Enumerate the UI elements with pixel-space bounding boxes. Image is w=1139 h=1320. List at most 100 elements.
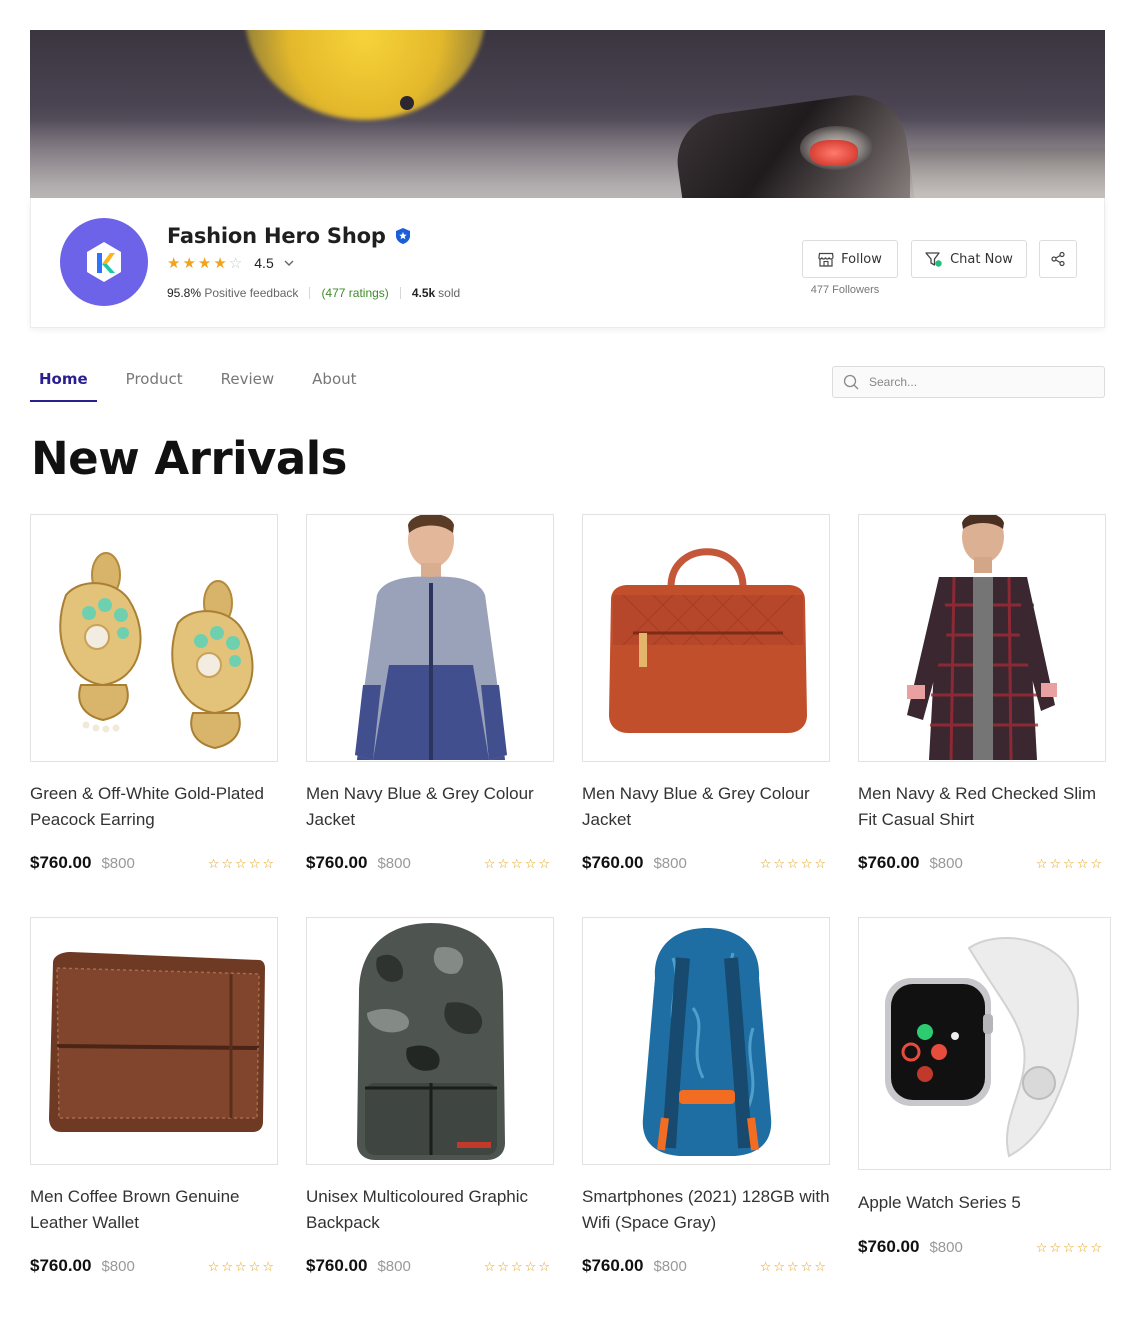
sold-count: 4.5k	[411, 286, 436, 300]
search-box[interactable]	[832, 366, 1105, 398]
star-empty-icon: ☆	[1049, 1239, 1062, 1255]
star-empty-icon: ☆	[1063, 1239, 1075, 1255]
star-empty-icon: ☆	[773, 855, 786, 871]
star-empty-icon: ☆	[483, 1258, 496, 1274]
star-empty-icon: ☆	[262, 855, 274, 871]
shop-logo[interactable]	[60, 218, 148, 306]
product-name[interactable]: Unisex Multicoloured Graphic Backpack	[306, 1184, 554, 1236]
product-name[interactable]: Green & Off-White Gold-Plated Peacock Ea…	[30, 781, 278, 833]
star-empty-icon: ☆	[1090, 855, 1102, 871]
tab-review[interactable]: Review	[212, 366, 284, 402]
product-rating: ☆ ☆ ☆ ☆ ☆	[760, 1260, 826, 1273]
tab-product[interactable]: Product	[117, 366, 192, 402]
follow-label: Follow	[841, 251, 882, 267]
product-card[interactable]: Men Navy Blue & Grey Colour Jacket $760.…	[306, 514, 554, 874]
product-rating: ☆ ☆ ☆ ☆ ☆	[1036, 1241, 1102, 1254]
product-card[interactable]: Men Navy & Red Checked Slim Fit Casual S…	[858, 514, 1106, 874]
star-empty-icon: ☆	[538, 1258, 550, 1274]
star-full-icon: ★	[197, 254, 212, 272]
star-full-icon: ★	[167, 254, 181, 272]
rating-value: 4.5	[254, 255, 274, 271]
product-card[interactable]: Men Navy Blue & Grey Colour Jacket $760.…	[582, 514, 830, 874]
product-image-shirt[interactable]	[858, 514, 1106, 762]
product-price: $760.00	[858, 1237, 920, 1256]
star-empty-icon: ☆	[814, 855, 826, 871]
star-empty-icon: ☆	[228, 254, 243, 272]
product-image-earrings[interactable]	[30, 514, 278, 762]
product-name[interactable]: Men Navy Blue & Grey Colour Jacket	[306, 781, 554, 833]
product-name[interactable]: Men Coffee Brown Genuine Leather Wallet	[30, 1184, 278, 1236]
product-name[interactable]: Men Navy & Red Checked Slim Fit Casual S…	[858, 781, 1106, 833]
star-empty-icon: ☆	[221, 855, 234, 871]
star-empty-icon: ☆	[497, 855, 510, 871]
product-old-price: $800	[377, 854, 411, 872]
product-old-price: $800	[101, 854, 135, 872]
star-empty-icon: ☆	[221, 1258, 234, 1274]
product-name[interactable]: Men Navy Blue & Grey Colour Jacket	[582, 781, 830, 833]
product-image-handbag[interactable]	[582, 514, 830, 762]
product-old-price: $800	[929, 1238, 963, 1256]
divider	[309, 287, 311, 299]
shop-rating[interactable]: ★ ★ ★ ★ ☆ 4.5	[167, 255, 294, 271]
product-price: $760.00	[306, 1256, 368, 1275]
product-price: $760.00	[582, 853, 644, 872]
product-old-price: $800	[377, 1257, 411, 1275]
ratings-count-link[interactable]: (477 ratings)	[321, 286, 388, 300]
star-empty-icon: ☆	[1090, 1239, 1102, 1255]
star-empty-icon: ☆	[1035, 855, 1048, 871]
product-rating: ☆ ☆ ☆ ☆ ☆	[1036, 857, 1102, 870]
star-empty-icon: ☆	[787, 855, 799, 871]
store-icon	[818, 252, 834, 267]
follow-button[interactable]: Follow	[802, 240, 898, 278]
share-button[interactable]	[1039, 240, 1077, 278]
search-icon	[843, 374, 859, 390]
product-image-jacket[interactable]	[306, 514, 554, 762]
product-image-camo-backpack[interactable]	[306, 917, 554, 1165]
price-row: $760.00 $800 ☆ ☆ ☆ ☆ ☆	[306, 1255, 554, 1277]
verified-badge-icon	[395, 228, 410, 244]
followers-count: 477 Followers	[810, 284, 880, 296]
product-card[interactable]: Men Coffee Brown Genuine Leather Wallet …	[30, 917, 278, 1277]
positive-feedback-pct: 95.8%	[167, 286, 202, 300]
product-old-price: $800	[653, 1257, 687, 1275]
star-empty-icon: ☆	[524, 855, 537, 871]
product-image-wallet[interactable]	[30, 917, 278, 1165]
star-empty-icon: ☆	[511, 1258, 523, 1274]
shop-name: Fashion Hero Shop	[167, 224, 412, 248]
star-empty-icon: ☆	[814, 1258, 826, 1274]
product-name[interactable]: Apple Watch Series 5	[858, 1190, 1106, 1216]
product-price: $760.00	[858, 853, 920, 872]
product-card[interactable]: Apple Watch Series 5 $760.00 $800 ☆ ☆ ☆ ☆ ☆	[858, 917, 1111, 1258]
star-empty-icon: ☆	[483, 855, 496, 871]
star-empty-icon: ☆	[1049, 855, 1062, 871]
product-name[interactable]: Smartphones (2021) 128GB with Wifi (Spac…	[582, 1184, 830, 1236]
star-empty-icon: ☆	[1035, 1239, 1048, 1255]
tab-about[interactable]: About	[303, 366, 365, 402]
star-empty-icon: ☆	[1063, 855, 1075, 871]
star-empty-icon: ☆	[800, 1258, 813, 1274]
star-empty-icon: ☆	[262, 1258, 274, 1274]
star-empty-icon: ☆	[759, 1258, 772, 1274]
search-input[interactable]	[869, 375, 1089, 389]
product-price: $760.00	[30, 853, 92, 872]
price-row: $760.00 $800 ☆ ☆ ☆ ☆ ☆	[30, 852, 278, 874]
star-empty-icon: ☆	[235, 855, 247, 871]
star-empty-icon: ☆	[787, 1258, 799, 1274]
star-empty-icon: ☆	[207, 1258, 220, 1274]
product-card[interactable]: Smartphones (2021) 128GB with Wifi (Spac…	[582, 917, 830, 1277]
star-empty-icon: ☆	[207, 855, 220, 871]
divider	[399, 287, 401, 299]
chevron-down-icon[interactable]	[284, 258, 294, 268]
product-image-watch[interactable]	[858, 917, 1111, 1170]
product-card[interactable]: Green & Off-White Gold-Plated Peacock Ea…	[30, 514, 278, 874]
share-icon	[1051, 251, 1065, 267]
product-card[interactable]: Unisex Multicoloured Graphic Backpack $7…	[306, 917, 554, 1277]
star-empty-icon: ☆	[759, 855, 772, 871]
positive-feedback-label: Positive feedback	[204, 286, 299, 300]
shop-info-card: Fashion Hero Shop ★ ★ ★ ★ ☆ 4.5 95.8% Po…	[30, 198, 1105, 328]
chat-now-button[interactable]: Chat Now	[911, 240, 1027, 278]
star-empty-icon: ☆	[1076, 855, 1089, 871]
product-image-blue-backpack[interactable]	[582, 917, 830, 1165]
tab-home[interactable]: Home	[30, 366, 97, 402]
shop-nav-tabs: Home Product Review About	[30, 366, 386, 402]
